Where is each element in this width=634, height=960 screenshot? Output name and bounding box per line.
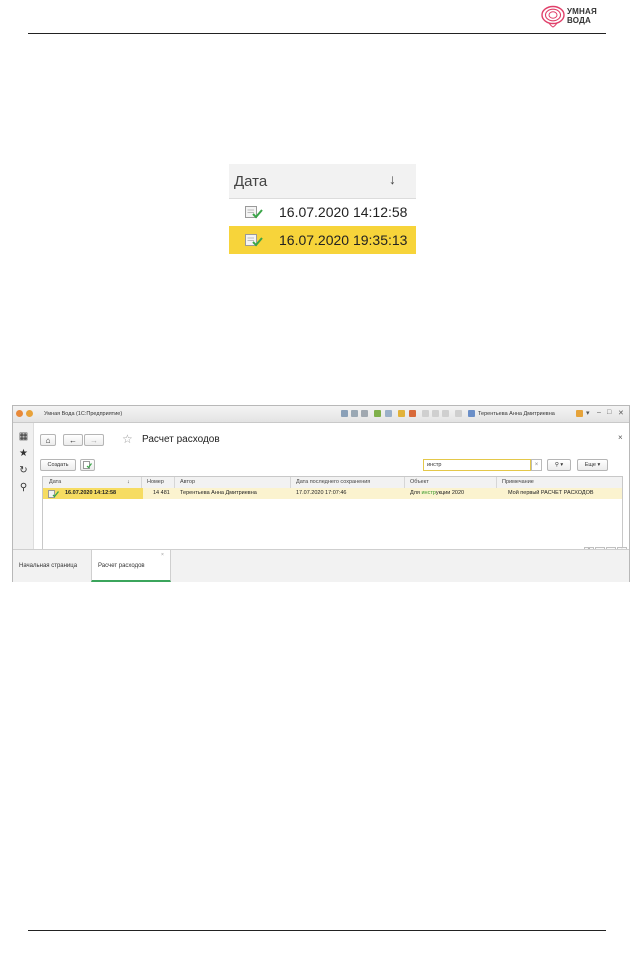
object-prefix: Для bbox=[410, 490, 422, 496]
tab-home[interactable]: Начальная страница bbox=[13, 550, 91, 581]
grid-menu-icon[interactable]: ▦ bbox=[18, 431, 29, 442]
form-area: ⌂ ← → ☆ Расчет расходов × Создать инстр … bbox=[34, 423, 629, 556]
magnifier-icon: ⚲ bbox=[554, 462, 559, 468]
header-divider bbox=[28, 33, 606, 34]
app-window: Умная Вода (1С:Предприятие) Терентьева А… bbox=[12, 405, 630, 582]
cell-number: 14 481 bbox=[153, 490, 170, 496]
column-header-object[interactable]: Объект bbox=[410, 479, 429, 485]
calendar-icon[interactable] bbox=[398, 410, 405, 417]
more-button[interactable]: Еще ▾ bbox=[577, 459, 608, 471]
date-row-selected[interactable]: 16.07.2020 19:35:13 bbox=[229, 226, 416, 254]
calculator-icon[interactable] bbox=[341, 410, 348, 417]
tab-expense-label: Расчет расходов bbox=[98, 563, 145, 569]
brain-logo-icon bbox=[541, 5, 565, 28]
maximize-icon[interactable]: □ bbox=[607, 409, 611, 416]
umnaya-voda-logo: УМНАЯ ВОДА bbox=[540, 2, 610, 30]
date-row[interactable]: 16.07.2020 14:12:58 bbox=[229, 198, 416, 226]
posted-document-icon bbox=[48, 490, 59, 498]
create-button[interactable]: Создать bbox=[40, 459, 76, 471]
nav-first-icon[interactable] bbox=[422, 410, 429, 417]
history-icon[interactable] bbox=[385, 410, 392, 417]
copy-document-icon bbox=[83, 461, 92, 469]
close-window-icon[interactable]: ✕ bbox=[618, 409, 624, 417]
tab-expense-calculation[interactable]: Расчет расходов × bbox=[91, 550, 171, 582]
settings-icon[interactable]: ▾ bbox=[586, 409, 590, 417]
column-header-note[interactable]: Примечание bbox=[502, 479, 534, 485]
search-icon[interactable] bbox=[361, 410, 368, 417]
tab-home-label: Начальная страница bbox=[19, 563, 78, 569]
bookmark-icon[interactable] bbox=[409, 410, 416, 417]
posted-document-icon bbox=[245, 206, 263, 219]
object-suffix: укции 2020 bbox=[435, 490, 465, 496]
history-icon[interactable]: ↻ bbox=[18, 465, 29, 476]
column-header-author[interactable]: Автор bbox=[180, 479, 195, 485]
open-windows-bar: Начальная страница Расчет расходов × bbox=[13, 549, 629, 582]
logo-line1: УМНАЯ bbox=[567, 7, 597, 16]
cell-note: Мой первый РАСЧЕТ РАСХОДОВ bbox=[508, 490, 594, 496]
forward-button[interactable]: → bbox=[84, 434, 104, 446]
logo-text: УМНАЯ ВОДА bbox=[567, 7, 597, 25]
column-header-date[interactable]: Дата bbox=[49, 479, 61, 485]
notifications-icon[interactable] bbox=[576, 410, 583, 417]
column-header-saved[interactable]: Дата последнего сохранения bbox=[296, 479, 370, 485]
cell-saved: 17.07.2020 17:07:46 bbox=[296, 490, 347, 496]
favorites-star-icon[interactable]: ★ bbox=[18, 448, 29, 459]
app-logo-icon[interactable] bbox=[16, 410, 23, 417]
window-title: Умная Вода (1С:Предприятие) bbox=[44, 411, 123, 417]
favorites-icon[interactable] bbox=[374, 410, 381, 417]
posted-document-icon bbox=[245, 234, 263, 247]
cell-date: 16.07.2020 14:12:58 bbox=[65, 490, 117, 496]
tab-close-icon[interactable]: × bbox=[161, 552, 164, 558]
window-titlebar: Умная Вода (1С:Предприятие) Терентьева А… bbox=[13, 406, 629, 423]
home-button[interactable]: ⌂ bbox=[40, 434, 56, 446]
panels-icon[interactable] bbox=[468, 410, 475, 417]
sort-down-icon: ↓ bbox=[127, 479, 130, 485]
date-column-header[interactable]: Дата ↓ bbox=[229, 164, 416, 199]
cell-author: Терентьева Анна Дмитриевна bbox=[180, 490, 257, 496]
search-icon[interactable]: ⚲ bbox=[18, 482, 29, 493]
current-user[interactable]: Терентьева Анна Дмитриевна bbox=[478, 411, 555, 417]
table-row[interactable]: 16.07.2020 14:12:58 14 481 Терентьева Ан… bbox=[43, 488, 622, 499]
date-column-label: Дата bbox=[234, 173, 268, 190]
date-value: 16.07.2020 14:12:58 bbox=[279, 204, 408, 220]
search-input[interactable]: инстр bbox=[423, 459, 531, 471]
back-button[interactable]: ← bbox=[63, 434, 83, 446]
print-icon[interactable] bbox=[351, 410, 358, 417]
dropdown-arrow-icon: ▾ bbox=[560, 462, 564, 468]
nav-last-icon[interactable] bbox=[455, 410, 462, 417]
home-icon: ⌂ bbox=[45, 436, 51, 445]
favorite-star-icon[interactable]: ☆ bbox=[122, 432, 133, 446]
arrow-left-icon: ← bbox=[69, 436, 77, 445]
create-copy-button[interactable] bbox=[80, 459, 95, 471]
sections-panel: ▦ ★ ↻ ⚲ bbox=[13, 423, 34, 549]
search-button[interactable]: ⚲ ▾ bbox=[547, 459, 571, 471]
footer-divider bbox=[28, 930, 606, 931]
close-form-icon[interactable]: × bbox=[618, 433, 623, 442]
more-label: Еще bbox=[584, 462, 596, 468]
search-clear-button[interactable]: × bbox=[531, 459, 542, 471]
minimize-icon[interactable]: – bbox=[597, 409, 601, 416]
menu-icon[interactable] bbox=[26, 410, 33, 417]
zoomed-date-column: Дата ↓ 16.07.2020 14:12:58 16.07.2020 19… bbox=[229, 164, 416, 256]
date-value: 16.07.2020 19:35:13 bbox=[279, 232, 408, 248]
form-title: Расчет расходов bbox=[142, 434, 220, 445]
nav-prev-icon[interactable] bbox=[432, 410, 439, 417]
arrow-right-icon: → bbox=[90, 436, 98, 445]
documents-table: Дата ↓ Номер Автор Дата последнего сохра… bbox=[42, 476, 623, 553]
sort-down-icon: ↓ bbox=[389, 171, 396, 187]
cell-object: Для инструкции 2020 bbox=[410, 490, 464, 496]
logo-line2: ВОДА bbox=[567, 16, 591, 25]
column-header-number[interactable]: Номер bbox=[147, 479, 164, 485]
nav-next-icon[interactable] bbox=[442, 410, 449, 417]
search-match-highlight: инстр bbox=[421, 490, 436, 496]
chevron-down-icon: ▾ bbox=[597, 462, 601, 468]
